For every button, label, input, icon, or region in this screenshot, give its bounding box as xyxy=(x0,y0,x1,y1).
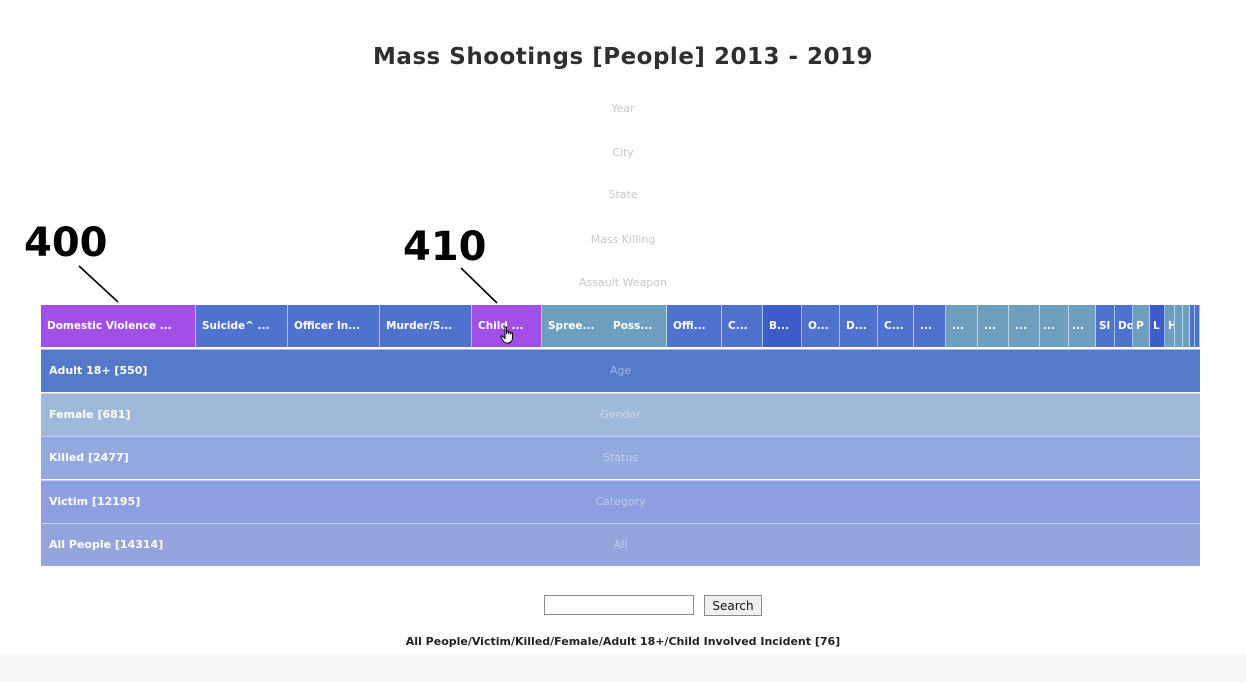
page-title: Mass Shootings [People] 2013 - 2019 xyxy=(372,44,874,70)
incident-segment[interactable]: Officer In... xyxy=(288,305,380,347)
incident-segment[interactable]: O... xyxy=(802,305,840,347)
incident-segment[interactable] xyxy=(1175,305,1183,347)
breadcrumb-path: All People/Victim/Killed/Female/Adult 18… xyxy=(405,635,841,648)
row-dimension-label: Gender xyxy=(600,408,641,421)
incident-segment[interactable]: Do xyxy=(1115,305,1133,347)
dimension-label-assault-weapon: Assault Weapon xyxy=(579,276,667,289)
row-label: Killed [2477] xyxy=(49,451,129,464)
incident-segment[interactable] xyxy=(1195,305,1200,347)
dimension-label-mass-killing: Mass Killing xyxy=(590,233,656,246)
incident-segment[interactable]: Sl xyxy=(1096,305,1115,347)
search-input[interactable] xyxy=(544,595,694,615)
incident-segment[interactable]: Poss... xyxy=(607,305,667,347)
hand-pointer-icon xyxy=(500,326,513,344)
incident-segment[interactable]: ... xyxy=(1069,305,1096,347)
incident-segment[interactable]: Suicide^ ... xyxy=(196,305,288,347)
incident-segment[interactable]: Domestic Violence ... xyxy=(41,305,196,347)
incident-segment[interactable]: ... xyxy=(1040,305,1069,347)
dimension-label-state: State xyxy=(608,188,638,201)
dimension-label-city: City xyxy=(612,146,634,159)
category-row[interactable]: Status Killed [2477] xyxy=(41,436,1200,479)
row-label: Adult 18+ [550] xyxy=(49,364,148,377)
search-button[interactable]: Search xyxy=(704,595,762,616)
row-dimension-label: All xyxy=(613,538,628,551)
incident-segment[interactable]: B... xyxy=(763,305,802,347)
incident-segment[interactable]: ... xyxy=(946,305,978,347)
incident-segment[interactable]: ... xyxy=(914,305,946,347)
row-label: Female [681] xyxy=(49,408,131,421)
row-dimension-label: Age xyxy=(609,364,632,377)
incident-segment[interactable]: C... xyxy=(722,305,763,347)
incident-segment[interactable]: D... xyxy=(840,305,878,347)
bottom-band xyxy=(0,654,1246,682)
category-row[interactable]: All All People [14314] xyxy=(41,523,1200,566)
reference-numeral-410: 410 xyxy=(403,224,487,270)
row-label: All People [14314] xyxy=(49,538,164,551)
dimension-label-year: Year xyxy=(611,102,635,115)
category-row[interactable]: Age Adult 18+ [550] xyxy=(41,349,1200,392)
incident-segment[interactable]: H xyxy=(1165,305,1175,347)
category-row[interactable]: Gender Female [681] xyxy=(41,393,1200,436)
incident-segment[interactable]: ... xyxy=(978,305,1009,347)
incident-bar: Domestic Violence ... Suicide^ ... Officer… xyxy=(41,305,1200,347)
incident-segment[interactable]: ... xyxy=(1009,305,1040,347)
incident-segment[interactable] xyxy=(1183,305,1190,347)
row-label: Victim [12195] xyxy=(49,495,141,508)
incident-segment[interactable]: C... xyxy=(878,305,914,347)
incident-segment[interactable]: P xyxy=(1133,305,1150,347)
incident-segment[interactable]: L xyxy=(1150,305,1165,347)
row-dimension-label: Status xyxy=(602,451,639,464)
category-row[interactable]: Category Victim [12195] xyxy=(41,480,1200,523)
incident-segment[interactable]: Spree... xyxy=(542,305,608,347)
reference-numeral-400: 400 xyxy=(24,220,108,266)
incident-segment[interactable]: Murder/S... xyxy=(380,305,472,347)
row-dimension-label: Category xyxy=(595,495,646,508)
incident-segment[interactable]: Offi... xyxy=(667,305,722,347)
